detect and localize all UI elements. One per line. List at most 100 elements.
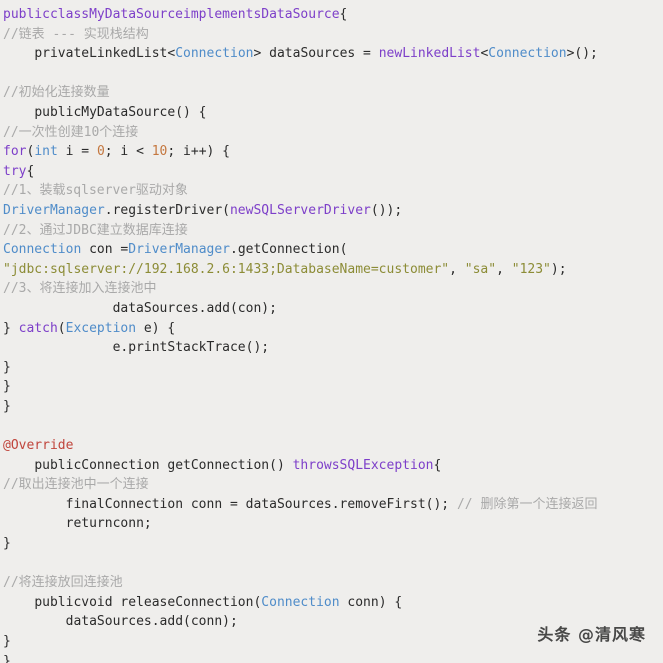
code-line: returnconn; bbox=[0, 514, 663, 534]
code-token-typ: Connection bbox=[488, 46, 567, 62]
code-line: publicMyDataSource() { bbox=[0, 103, 663, 123]
code-line: //链表 --- 实现栈结构 bbox=[0, 25, 663, 45]
code-line: for(int i = 0; i < 10; i++) { bbox=[0, 142, 663, 162]
code-token-cmt: //2、通过JDBC建立数据库连接 bbox=[3, 222, 188, 238]
code-token-typ: DriverManager bbox=[3, 202, 105, 218]
code-token-pln: e.printStackTrace(); bbox=[112, 340, 270, 356]
code-line: publicclassMyDataSourceimplementsDataSou… bbox=[0, 5, 663, 25]
code-token-pln: dataSources.add(con); bbox=[112, 300, 277, 316]
code-token-kw: for bbox=[3, 144, 27, 160]
code-line: "jdbc:sqlserver://192.168.2.6:1433;Datab… bbox=[0, 260, 663, 280]
code-token-str: "123" bbox=[511, 261, 551, 277]
code-token-typ: int bbox=[34, 144, 58, 160]
code-block[interactable]: publicclassMyDataSourceimplementsDataSou… bbox=[0, 5, 663, 663]
code-token-pln: ); bbox=[550, 261, 567, 277]
code-token-typ: Connection bbox=[175, 46, 254, 62]
code-token-typ: Connection bbox=[261, 594, 340, 610]
code-token-pln: } bbox=[3, 536, 11, 552]
code-token-pln: >(); bbox=[566, 46, 598, 62]
code-token-pln: } bbox=[3, 379, 11, 395]
code-token-typ: DriverManager bbox=[128, 242, 230, 258]
code-token-pln: } bbox=[3, 653, 11, 663]
code-token-pln: conn) { bbox=[339, 594, 403, 610]
code-token-pln: i = bbox=[57, 144, 97, 160]
code-token-pln: ()); bbox=[370, 202, 403, 218]
code-token-cmt: //取出连接池中一个连接 bbox=[3, 477, 149, 493]
code-line: finalConnection conn = dataSources.remov… bbox=[0, 495, 663, 515]
code-token-pln: { bbox=[339, 7, 348, 22]
code-token-pln: } bbox=[3, 359, 11, 375]
code-line: } bbox=[0, 397, 663, 417]
code-line: publicvoid releaseConnection(Connection … bbox=[0, 593, 663, 613]
code-line: @Override bbox=[0, 436, 663, 456]
code-token-kw: publicclassMyDataSourceimplementsDataSou… bbox=[3, 7, 340, 22]
code-line: //初始化连接数量 bbox=[0, 83, 663, 103]
code-token-pln: { bbox=[26, 163, 35, 179]
watermark: 头条 @清风寒 bbox=[537, 625, 646, 645]
code-line: } bbox=[0, 534, 663, 554]
code-token-cmt: //1、装载sqlserver驱动对象 bbox=[3, 183, 188, 199]
code-token-cmt: //将连接放回连接池 bbox=[3, 575, 123, 591]
code-token-pln: } bbox=[3, 320, 19, 336]
code-screenshot: publicclassMyDataSourceimplementsDataSou… bbox=[0, 0, 663, 663]
code-line: } bbox=[0, 377, 663, 397]
code-line: //将连接放回连接池 bbox=[0, 573, 663, 593]
code-token-kw: newLinkedList bbox=[378, 46, 481, 62]
code-token-pln: e) { bbox=[136, 320, 176, 336]
code-token-str: "sa" bbox=[464, 261, 497, 277]
code-token-kw: throwsSQLException bbox=[292, 457, 434, 473]
code-token-cmt: // 删除第一个连接返回 bbox=[456, 496, 598, 512]
code-token-kw: try bbox=[3, 163, 27, 179]
code-token-typ: Exception bbox=[65, 320, 137, 336]
code-line: } bbox=[0, 652, 663, 663]
code-token-cmt: //一次性创建10个连接 bbox=[3, 124, 139, 140]
code-token-pln: dataSources.add(conn); bbox=[65, 614, 238, 630]
code-token-typ: Connection bbox=[3, 242, 82, 258]
code-line: } bbox=[0, 358, 663, 378]
code-line: Connection con =DriverManager.getConnect… bbox=[0, 240, 663, 260]
code-token-ann: @Override bbox=[3, 438, 74, 454]
code-token-pln: , bbox=[496, 261, 512, 277]
code-token-kw: newSQLServerDriver bbox=[229, 202, 371, 218]
code-token-pln: ( bbox=[57, 320, 66, 336]
code-token-pln: publicMyDataSource() { bbox=[34, 104, 207, 120]
code-token-kw: catch bbox=[18, 320, 58, 336]
code-token-pln: > dataSources = bbox=[253, 46, 379, 62]
code-token-pln: , bbox=[449, 261, 465, 277]
code-line: privateLinkedList<Connection> dataSource… bbox=[0, 44, 663, 64]
code-token-pln: .registerDriver( bbox=[104, 202, 230, 218]
code-line: } catch(Exception e) { bbox=[0, 319, 663, 339]
code-line: DriverManager.registerDriver(newSQLServe… bbox=[0, 201, 663, 221]
code-token-pln: } bbox=[3, 398, 11, 414]
code-token-pln: finalConnection conn = dataSources.remov… bbox=[65, 496, 457, 512]
code-token-cmt: //链表 --- 实现栈结构 bbox=[3, 26, 149, 42]
code-token-pln: publicvoid releaseConnection( bbox=[34, 594, 262, 610]
code-line: dataSources.add(con); bbox=[0, 299, 663, 319]
code-token-pln: } bbox=[3, 634, 11, 649]
code-line: publicConnection getConnection() throwsS… bbox=[0, 456, 663, 476]
code-token-cmt: //初始化连接数量 bbox=[3, 85, 110, 101]
code-token-pln: con = bbox=[81, 242, 129, 258]
code-line: //3、将连接加入连接池中 bbox=[0, 279, 663, 299]
code-token-str: "jdbc:sqlserver://192.168.2.6:1433;Datab… bbox=[3, 261, 450, 277]
code-token-pln: { bbox=[433, 457, 442, 473]
code-line: //取出连接池中一个连接 bbox=[0, 475, 663, 495]
code-line: //2、通过JDBC建立数据库连接 bbox=[0, 221, 663, 241]
code-line: //一次性创建10个连接 bbox=[0, 123, 663, 143]
code-token-pln: .getConnection( bbox=[230, 242, 348, 258]
code-token-pln: publicConnection getConnection() bbox=[34, 457, 293, 473]
code-token-pln: privateLinkedList bbox=[34, 46, 168, 62]
code-line: e.printStackTrace(); bbox=[0, 338, 663, 358]
code-token-pln: ; i < bbox=[104, 144, 152, 160]
